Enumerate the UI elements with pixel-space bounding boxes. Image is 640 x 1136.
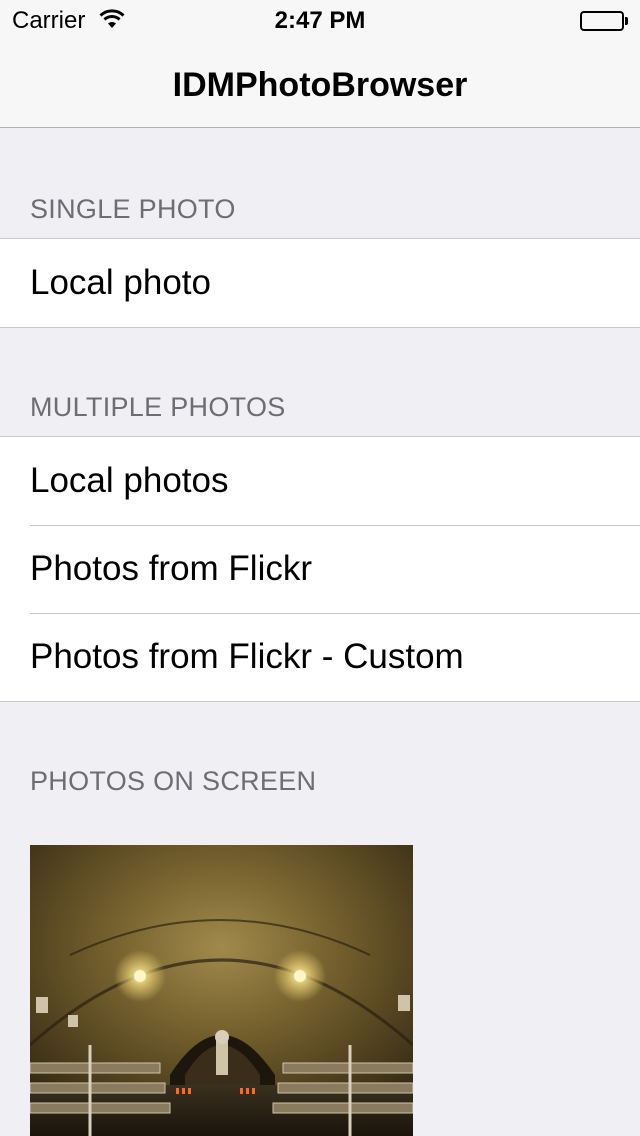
row-local-photo[interactable]: Local photo bbox=[0, 239, 640, 327]
row-label: Local photos bbox=[30, 461, 229, 500]
page-title: IDMPhotoBrowser bbox=[172, 66, 468, 104]
row-local-photos[interactable]: Local photos bbox=[0, 437, 640, 525]
clock: 2:47 PM bbox=[274, 7, 366, 34]
battery-icon bbox=[580, 11, 628, 31]
section-header-single-photo: SINGLE PHOTO bbox=[30, 194, 236, 224]
navigation-bar: IDMPhotoBrowser bbox=[0, 40, 640, 128]
multiple-photos-group: Local photos Photos from Flickr Photos f… bbox=[0, 436, 640, 702]
row-label: Local photo bbox=[30, 263, 211, 302]
single-photo-group: Local photo bbox=[0, 238, 640, 328]
row-label: Photos from Flickr bbox=[30, 549, 312, 588]
section-header-multiple-photos: MULTIPLE PHOTOS bbox=[30, 392, 286, 422]
status-bar: Carrier 2:47 PM bbox=[0, 0, 640, 40]
row-photos-from-flickr[interactable]: Photos from Flickr bbox=[0, 525, 640, 613]
row-photos-from-flickr-custom[interactable]: Photos from Flickr - Custom bbox=[0, 613, 640, 701]
section-header-photos-on-screen: PHOTOS ON SCREEN bbox=[30, 766, 317, 796]
row-label: Photos from Flickr - Custom bbox=[30, 637, 464, 676]
photo-thumbnail[interactable] bbox=[30, 845, 413, 1136]
